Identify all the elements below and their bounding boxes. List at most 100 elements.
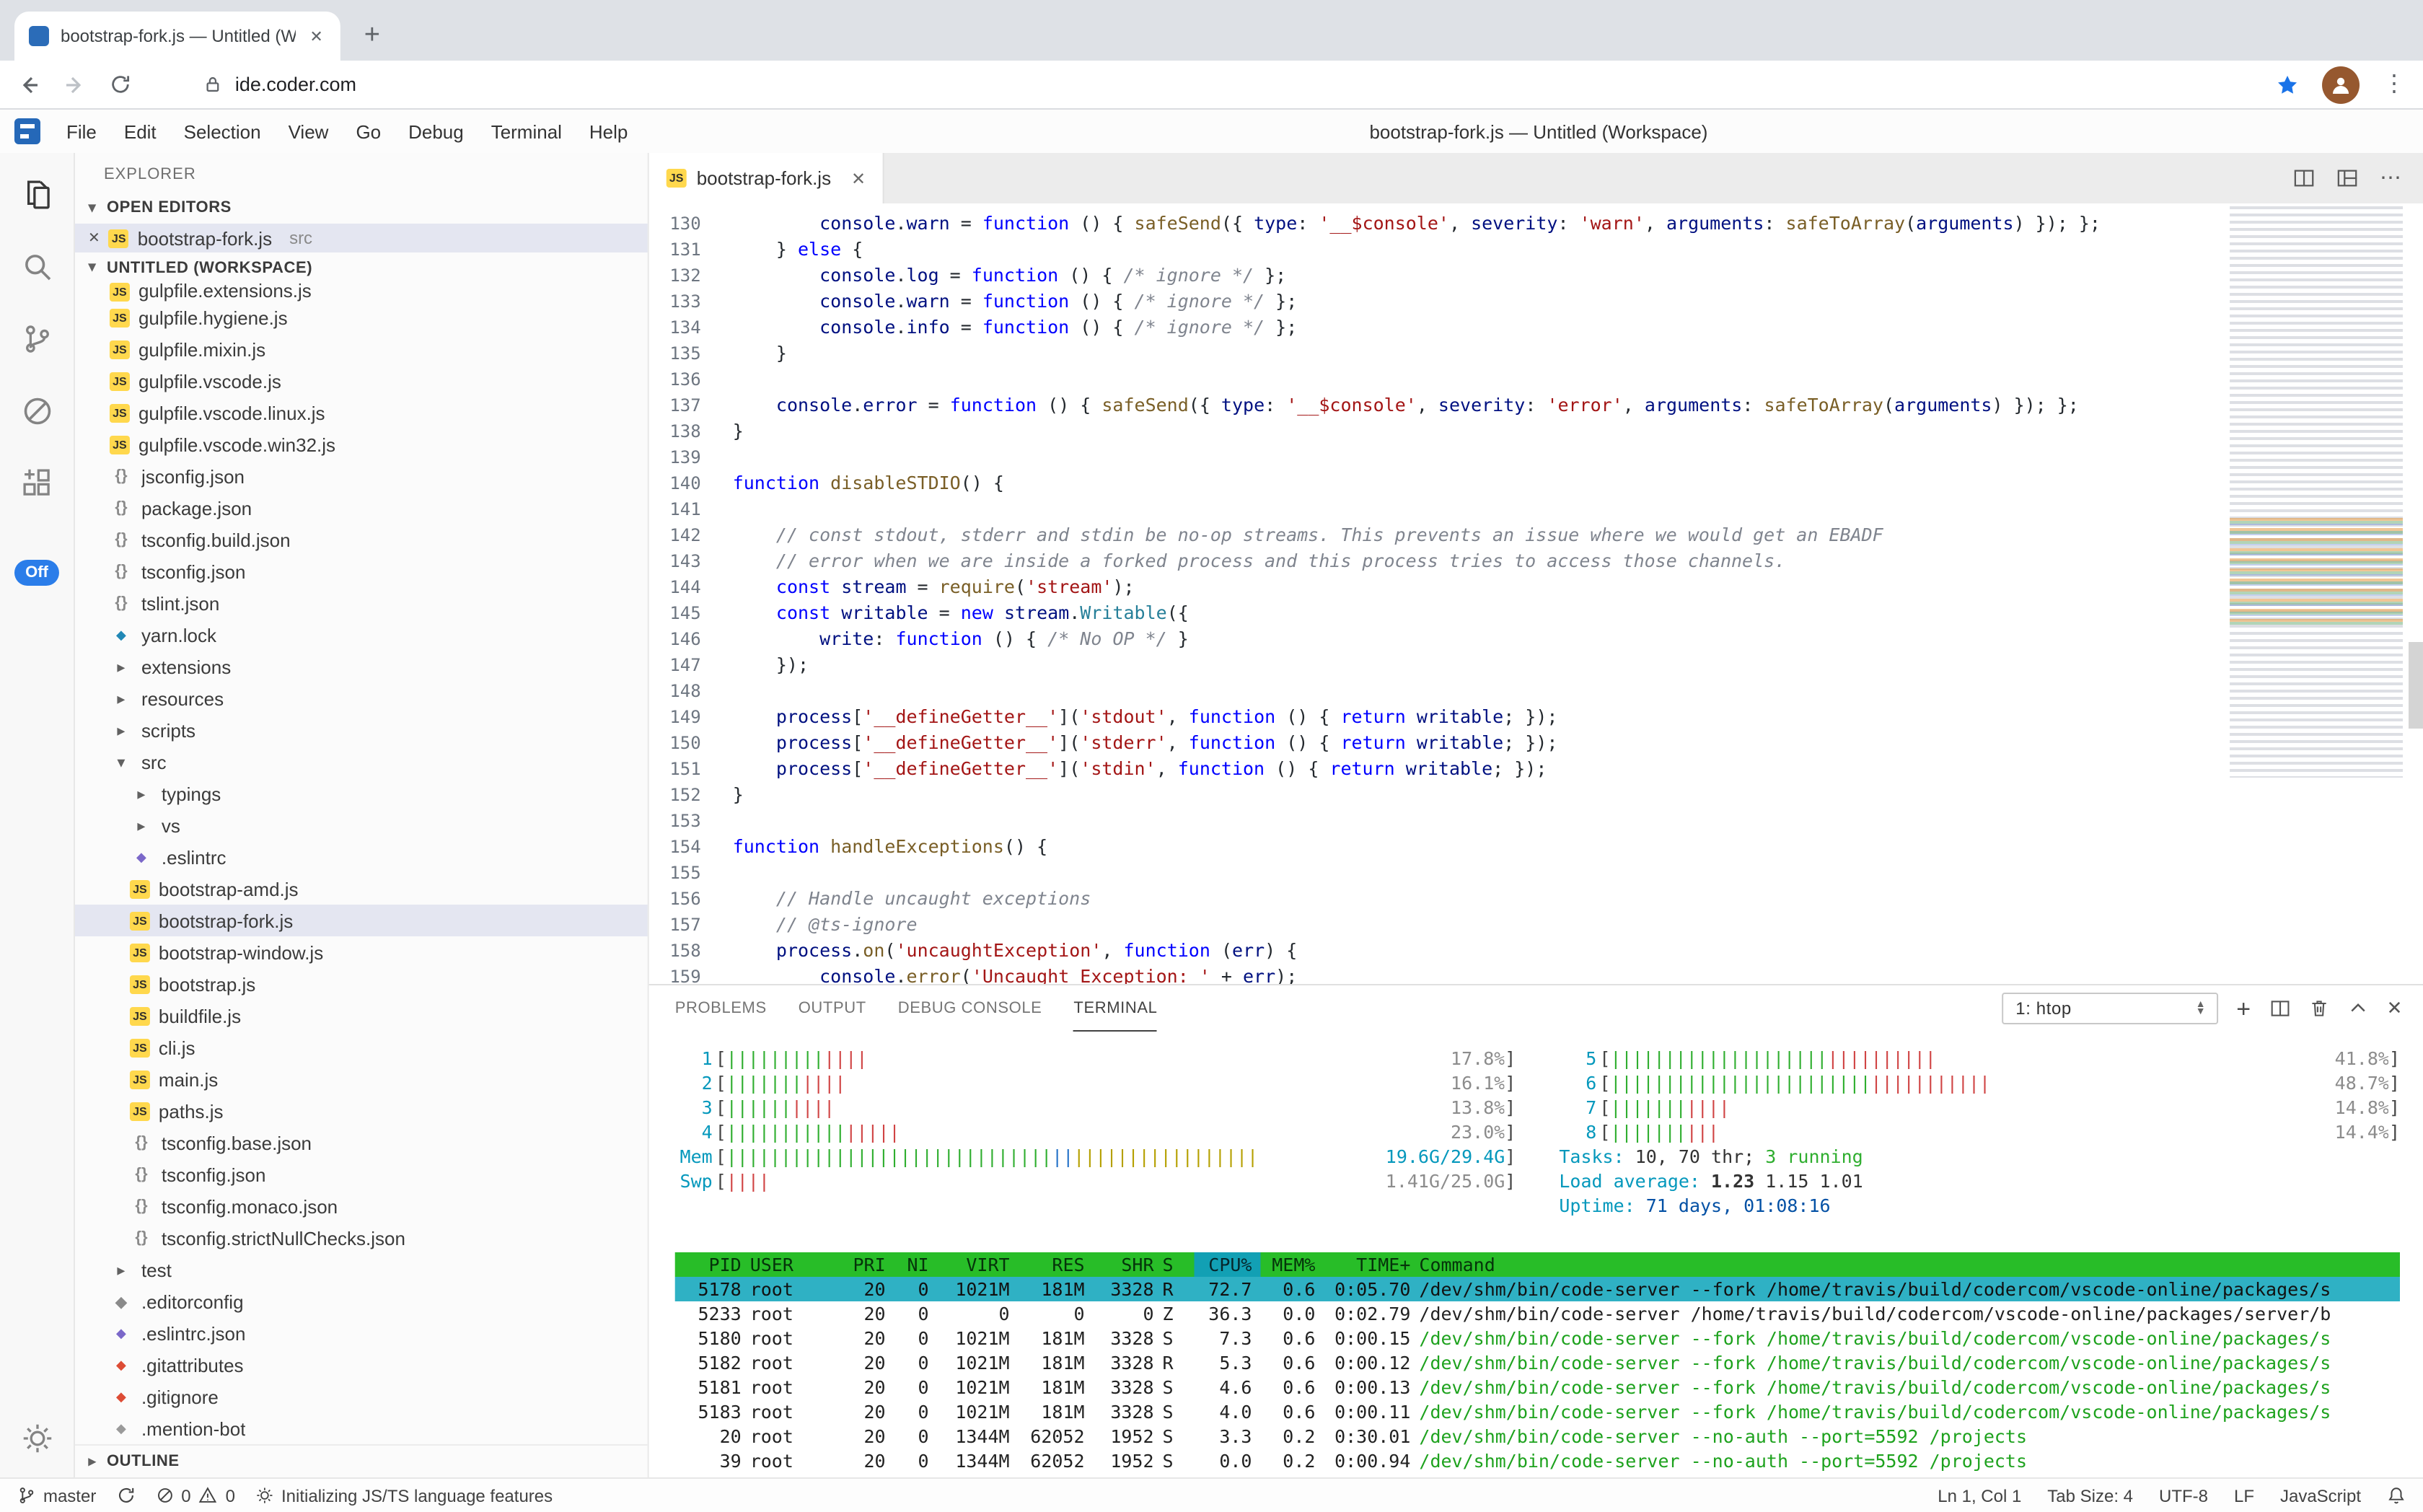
- file-item-scripts[interactable]: ▸scripts: [75, 714, 648, 746]
- problems-status[interactable]: 0 0: [155, 1485, 235, 1506]
- back-button[interactable]: [17, 73, 40, 96]
- open-editors-header[interactable]: ▾ OPEN EDITORS: [75, 193, 648, 223]
- code-line[interactable]: 154function handleExceptions() {: [649, 834, 2423, 860]
- panel-tab-problems[interactable]: PROBLEMS: [675, 985, 767, 1032]
- menu-edit[interactable]: Edit: [111, 110, 170, 153]
- editor-scrollbar[interactable]: [2409, 642, 2423, 729]
- tab-size[interactable]: Tab Size: 4: [2047, 1485, 2133, 1506]
- file-item-yarn.lock[interactable]: ◆yarn.lock: [75, 619, 648, 651]
- file-item-resources[interactable]: ▸resources: [75, 682, 648, 714]
- code-line[interactable]: 138}: [649, 418, 2423, 444]
- notifications-bell-icon[interactable]: [2387, 1486, 2406, 1505]
- editor-tab-bootstrap-fork[interactable]: JS bootstrap-fork.js ✕: [649, 153, 884, 203]
- file-item-tsconfig.monaco.json[interactable]: {}tsconfig.monaco.json: [75, 1190, 648, 1222]
- language-status-message[interactable]: Initializing JS/TS language features: [255, 1485, 553, 1506]
- reload-button[interactable]: [110, 74, 131, 95]
- file-item-package.json[interactable]: {}package.json: [75, 492, 648, 524]
- code-line[interactable]: 144 const stream = require('stream');: [649, 574, 2423, 600]
- close-panel-icon[interactable]: ✕: [2387, 997, 2403, 1020]
- file-item-gulpfile.hygiene.js[interactable]: JSgulpfile.hygiene.js: [75, 302, 648, 333]
- file-item-cli.js[interactable]: JScli.js: [75, 1032, 648, 1063]
- language-mode[interactable]: JavaScript: [2280, 1485, 2361, 1506]
- menu-go[interactable]: Go: [343, 110, 394, 153]
- settings-gear-icon[interactable]: [18, 1420, 56, 1457]
- browser-tab[interactable]: bootstrap-fork.js — Untitled (W ✕: [14, 12, 340, 61]
- file-item-gulpfile.mixin.js[interactable]: JSgulpfile.mixin.js: [75, 333, 648, 365]
- code-line[interactable]: 133 console.warn = function () { /* igno…: [649, 289, 2423, 315]
- code-line[interactable]: 147 });: [649, 652, 2423, 678]
- cursor-position[interactable]: Ln 1, Col 1: [1938, 1485, 2021, 1506]
- file-item-bootstrap-window.js[interactable]: JSbootstrap-window.js: [75, 936, 648, 968]
- process-row-5233[interactable]: 5233root200000Z36.30.00:02.79/dev/shm/bi…: [675, 1301, 2400, 1326]
- file-item-tsconfig.build.json[interactable]: {}tsconfig.build.json: [75, 524, 648, 555]
- file-item-main.js[interactable]: JSmain.js: [75, 1063, 648, 1095]
- terminal-select[interactable]: 1: htop ▲▼: [2001, 993, 2217, 1024]
- extensions-icon[interactable]: [18, 465, 56, 502]
- outline-header[interactable]: ▸ OUTLINE: [75, 1446, 648, 1477]
- code-line[interactable]: 152}: [649, 782, 2423, 808]
- code-line[interactable]: 140function disableSTDIO() {: [649, 470, 2423, 496]
- git-branch-status[interactable]: master: [17, 1485, 96, 1506]
- panel-tab-terminal[interactable]: TERMINAL: [1073, 985, 1157, 1032]
- menu-debug[interactable]: Debug: [395, 110, 477, 153]
- file-item-.eslintrc.json[interactable]: ◆.eslintrc.json: [75, 1317, 648, 1349]
- kill-terminal-icon[interactable]: [2309, 998, 2329, 1019]
- new-tab-button[interactable]: +: [352, 16, 392, 56]
- editor-layout-icon[interactable]: [2336, 167, 2358, 189]
- htop-table-header[interactable]: PIDUSERPRINIVIRTRESSHRSCPU%MEM%TIME+Comm…: [675, 1252, 2400, 1277]
- code-line[interactable]: 145 const writable = new stream.Writable…: [649, 600, 2423, 626]
- forward-button[interactable]: [63, 73, 87, 96]
- off-badge[interactable]: Off: [14, 560, 60, 586]
- panel-tab-output[interactable]: OUTPUT: [799, 985, 866, 1032]
- explorer-icon[interactable]: [18, 176, 56, 214]
- file-item-gulpfile.vscode.linux.js[interactable]: JSgulpfile.vscode.linux.js: [75, 397, 648, 428]
- code-line[interactable]: 156 // Handle uncaught exceptions: [649, 886, 2423, 912]
- file-item-tsconfig.json[interactable]: {}tsconfig.json: [75, 555, 648, 587]
- file-item-tsconfig.strictNullChecks.json[interactable]: {}tsconfig.strictNullChecks.json: [75, 1222, 648, 1254]
- maximize-panel-icon[interactable]: [2348, 998, 2368, 1019]
- process-row-5182[interactable]: 5182root2001021M181M3328R5.30.60:00.12/d…: [675, 1350, 2400, 1375]
- code-line[interactable]: 132 console.log = function () { /* ignor…: [649, 263, 2423, 289]
- minimap[interactable]: [2230, 206, 2403, 778]
- more-actions-icon[interactable]: ⋯: [2380, 167, 2401, 189]
- file-item-.gitignore[interactable]: ◆.gitignore: [75, 1381, 648, 1412]
- terminal-view[interactable]: 1[|||||||||||||17.8%]2[|||||||||||16.1%]…: [649, 1032, 2423, 1477]
- code-line[interactable]: 148: [649, 678, 2423, 704]
- process-row-5181[interactable]: 5181root2001021M181M3328S4.60.60:00.13/d…: [675, 1375, 2400, 1399]
- sync-button[interactable]: [116, 1486, 135, 1505]
- code-line[interactable]: 134 console.info = function () { /* igno…: [649, 315, 2423, 340]
- open-editor-item[interactable]: ✕ JS bootstrap-fork.js src: [75, 223, 648, 252]
- file-item-tsconfig.base.json[interactable]: {}tsconfig.base.json: [75, 1127, 648, 1159]
- code-line[interactable]: 136: [649, 366, 2423, 392]
- file-item-vs[interactable]: ▸vs: [75, 809, 648, 841]
- code-line[interactable]: 155: [649, 860, 2423, 886]
- file-item-bootstrap-fork.js[interactable]: JSbootstrap-fork.js: [75, 905, 648, 936]
- eol-indicator[interactable]: LF: [2234, 1485, 2254, 1506]
- code-line[interactable]: 158 process.on('uncaughtException', func…: [649, 938, 2423, 964]
- code-line[interactable]: 139: [649, 444, 2423, 470]
- code-line[interactable]: 151 process['__defineGetter__']('stdin',…: [649, 756, 2423, 782]
- file-item-bootstrap-amd.js[interactable]: JSbootstrap-amd.js: [75, 873, 648, 905]
- menu-terminal[interactable]: Terminal: [478, 110, 575, 153]
- menu-help[interactable]: Help: [576, 110, 641, 153]
- site-info-lock-icon[interactable]: [203, 75, 222, 94]
- file-item-.mention-bot[interactable]: ◆.mention-bot: [75, 1412, 648, 1444]
- code-line[interactable]: 146 write: function () { /* No OP */ }: [649, 626, 2423, 652]
- file-item-jsconfig.json[interactable]: {}jsconfig.json: [75, 460, 648, 492]
- bookmark-star-icon[interactable]: [2276, 73, 2299, 96]
- file-item-bootstrap.js[interactable]: JSbootstrap.js: [75, 968, 648, 1000]
- file-item-gulpfile.extensions.js[interactable]: JSgulpfile.extensions.js: [75, 283, 648, 302]
- code-line[interactable]: 130 console.warn = function () { safeSen…: [649, 211, 2423, 237]
- code-line[interactable]: 159 console.error('Uncaught Exception: '…: [649, 964, 2423, 984]
- file-item-.eslintrc[interactable]: ◆.eslintrc: [75, 841, 648, 873]
- file-item-.gitattributes[interactable]: ◆.gitattributes: [75, 1349, 648, 1381]
- code-line[interactable]: 153: [649, 808, 2423, 834]
- code-line[interactable]: 142 // const stdout, stderr and stdin be…: [649, 522, 2423, 548]
- code-line[interactable]: 157 // @ts-ignore: [649, 912, 2423, 938]
- address-bar[interactable]: ide.coder.com: [203, 74, 2253, 95]
- file-item-src[interactable]: ▾src: [75, 746, 648, 778]
- code-line[interactable]: 150 process['__defineGetter__']('stderr'…: [649, 730, 2423, 756]
- code-line[interactable]: 135 }: [649, 340, 2423, 366]
- file-item-gulpfile.vscode.js[interactable]: JSgulpfile.vscode.js: [75, 365, 648, 397]
- process-row-5180[interactable]: 5180root2001021M181M3328S7.30.60:00.15/d…: [675, 1326, 2400, 1350]
